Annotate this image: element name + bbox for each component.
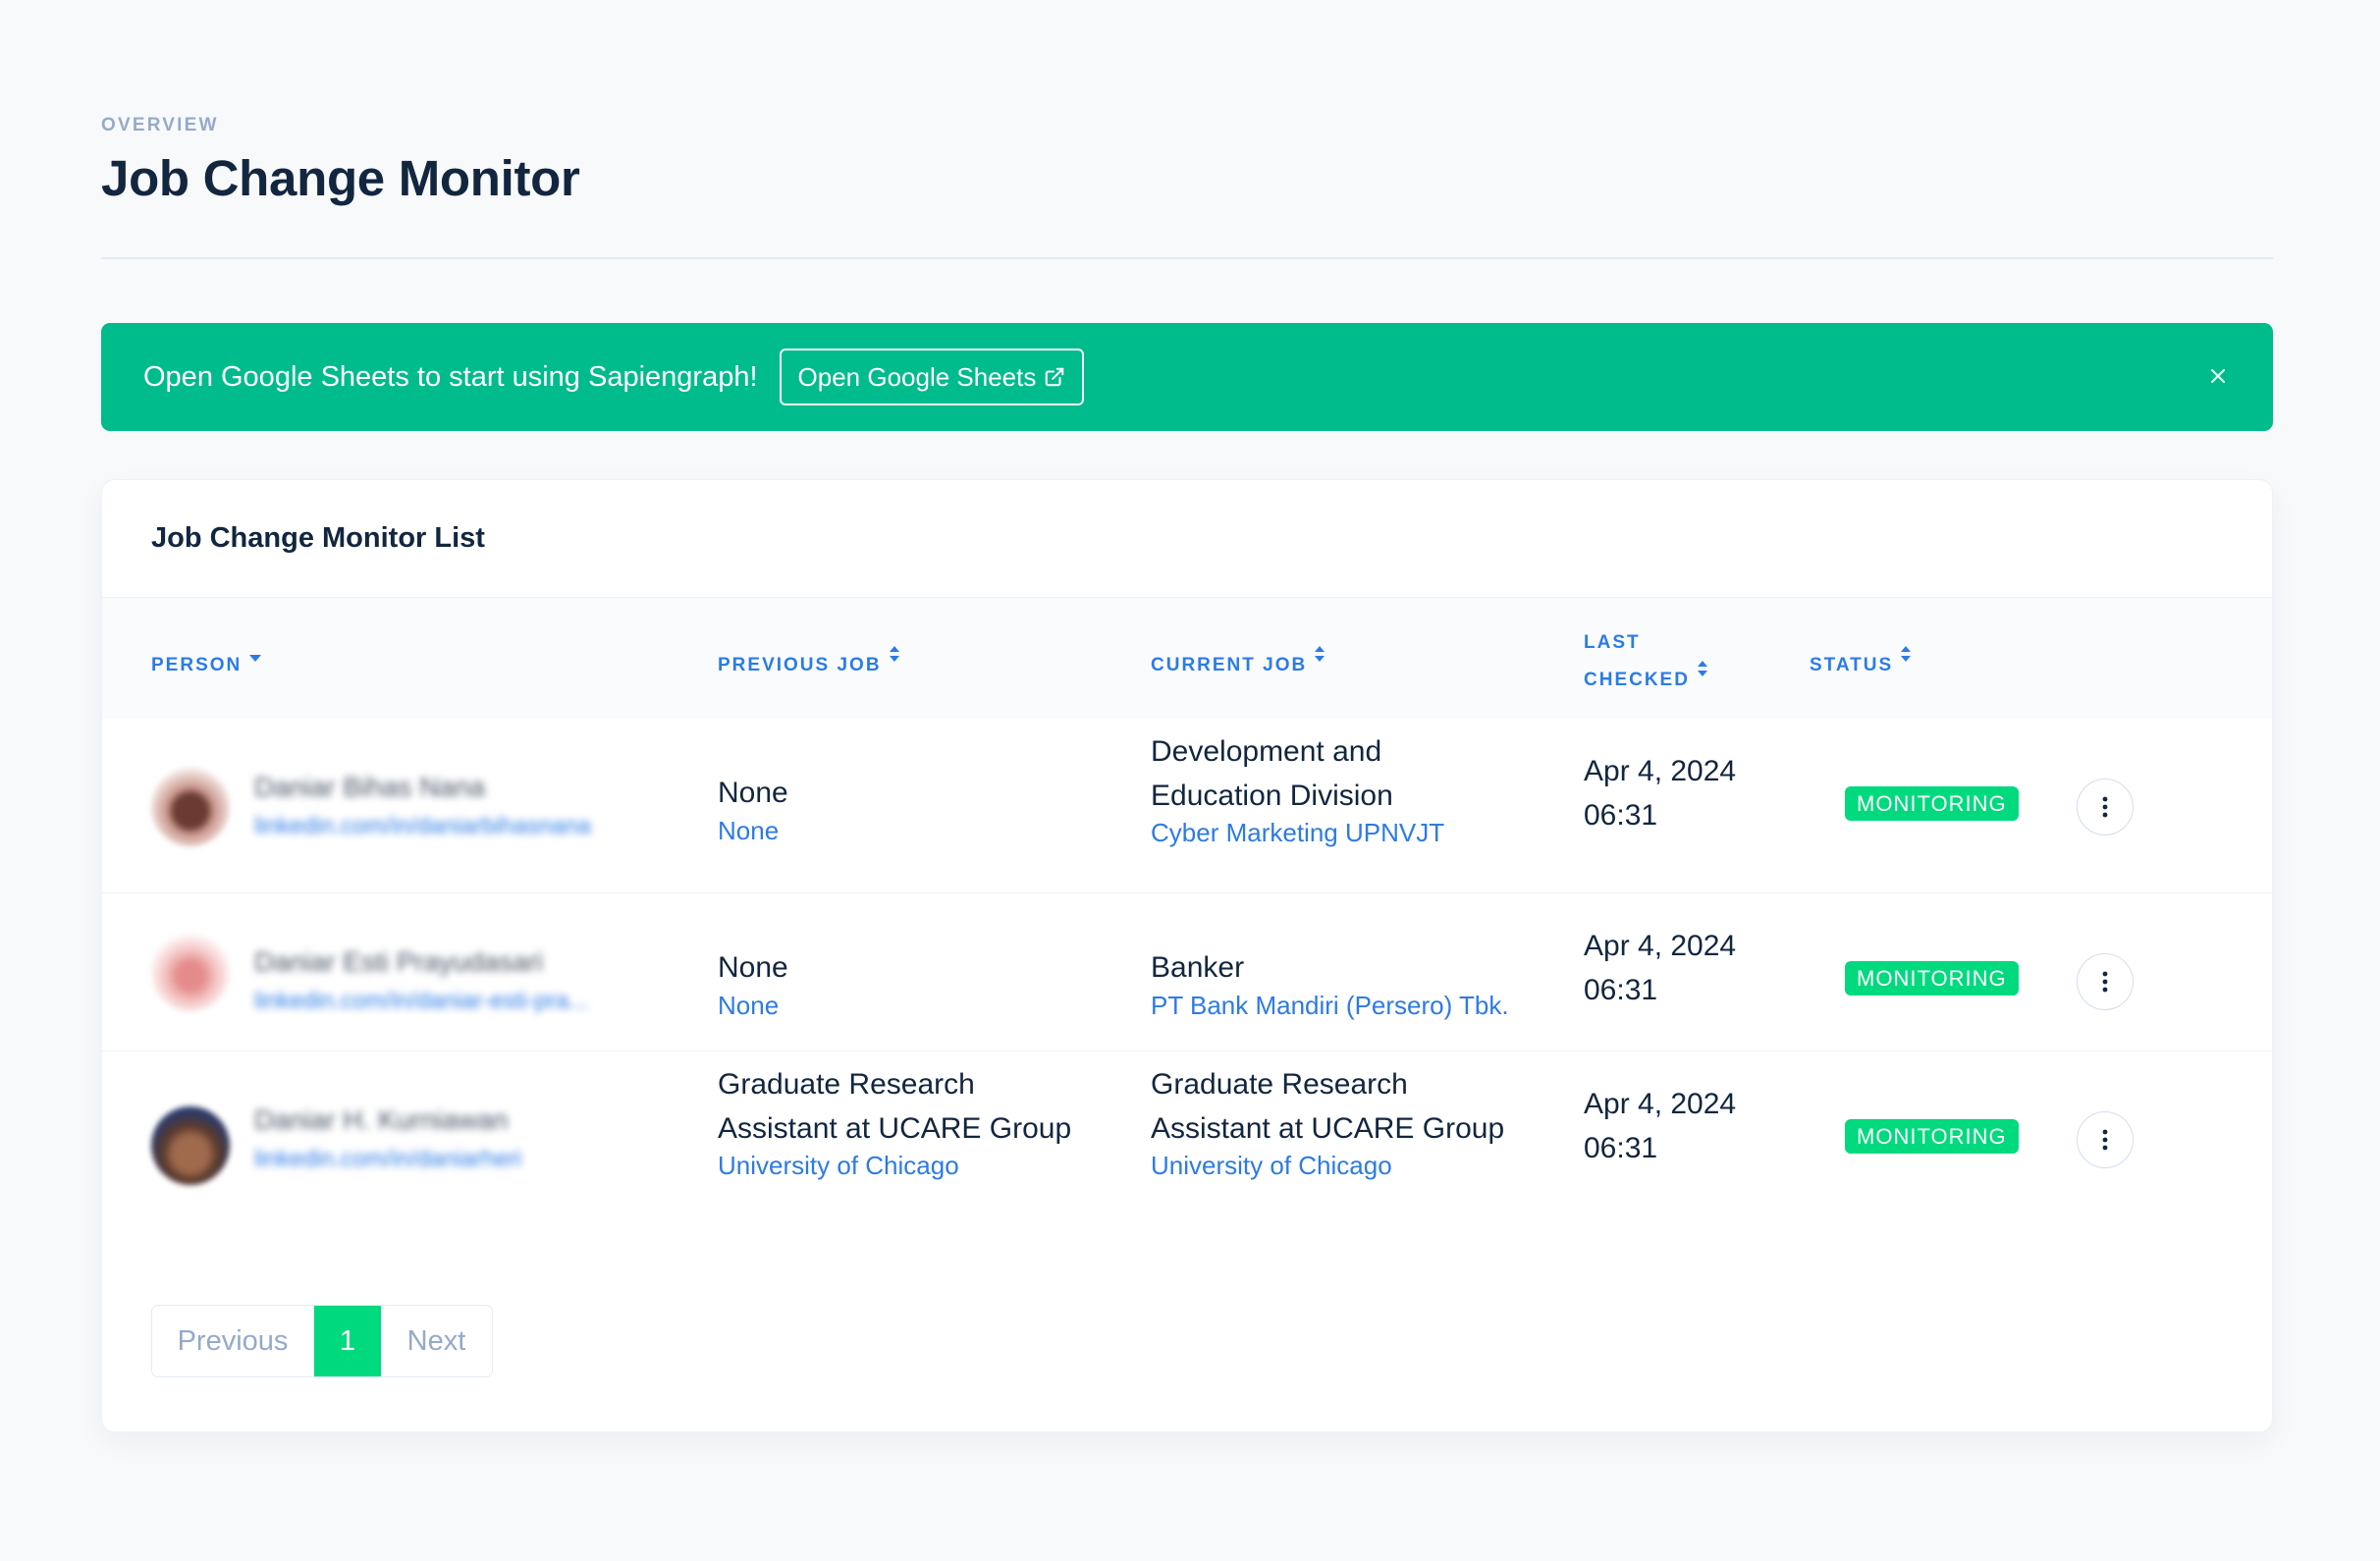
current-job-title: Graduate Research Assistant at UCARE Gro… (1151, 1068, 1505, 1145)
job-change-monitor-card: Job Change Monitor List PERSON PREVIOUS … (101, 479, 2273, 1432)
table-row: Daniar Bihas Nana linkedin.com/in/daniar… (102, 719, 2272, 893)
google-sheets-banner: Open Google Sheets to start using Sapien… (101, 323, 2273, 431)
previous-job-org[interactable]: University of Chicago (718, 1148, 959, 1183)
previous-job-org[interactable]: None (718, 813, 779, 848)
more-vertical-icon (2102, 971, 2108, 993)
card-header: Job Change Monitor List (102, 480, 2272, 598)
row-actions-button[interactable] (2077, 779, 2134, 835)
sort-icon (1697, 658, 1708, 687)
person-name: Daniar Bihas Nana (254, 772, 486, 802)
sort-icon (889, 643, 900, 673)
person-linkedin-link[interactable]: linkedin.com/in/daniar-esti-pra... (254, 988, 588, 1015)
header-divider (101, 257, 2273, 259)
avatar (151, 768, 230, 846)
last-checked-date: Apr 4, 2024 06:31 (1584, 1088, 1737, 1164)
person-linkedin-link[interactable]: linkedin.com/in/daniarbihasnana (254, 813, 591, 840)
status-badge: MONITORING (1845, 1119, 2019, 1154)
card-title: Job Change Monitor List (151, 522, 485, 554)
current-job-org[interactable]: Cyber Marketing UPNVJT (1151, 815, 1444, 850)
pagination-next-button[interactable]: Next (381, 1306, 492, 1376)
previous-job-title: None (718, 777, 788, 809)
person-name: Daniar H. Kurniawan (254, 1104, 509, 1135)
open-google-sheets-label: Open Google Sheets (797, 361, 1037, 392)
column-header-person[interactable]: PERSON (151, 643, 262, 680)
open-google-sheets-button[interactable]: Open Google Sheets (779, 349, 1085, 405)
sort-icon (1900, 643, 1912, 673)
more-vertical-icon (2102, 1129, 2108, 1151)
more-vertical-icon (2102, 796, 2108, 818)
page-pretitle: OVERVIEW (101, 115, 219, 135)
status-badge: MONITORING (1845, 786, 2019, 821)
pagination: Previous 1 Next (151, 1305, 493, 1377)
avatar (151, 1106, 230, 1185)
previous-job-org[interactable]: None (718, 988, 779, 1023)
last-checked-date: Apr 4, 2024 06:31 (1584, 755, 1737, 832)
column-header-last-checked[interactable]: LAST CHECKED (1584, 628, 1708, 695)
column-header-previous-job[interactable]: PREVIOUS JOB (718, 643, 900, 680)
table-row: Daniar H. Kurniawan linkedin.com/in/dani… (102, 1051, 2272, 1226)
status-badge: MONITORING (1845, 961, 2019, 996)
column-header-current-job[interactable]: CURRENT JOB (1151, 643, 1325, 680)
caret-down-icon (248, 643, 262, 673)
sort-icon (1314, 643, 1325, 673)
banner-text: Open Google Sheets to start using Sapien… (143, 360, 758, 393)
external-link-icon (1044, 366, 1065, 388)
avatar (151, 933, 230, 1011)
person-linkedin-link[interactable]: linkedin.com/in/daniarheri (254, 1146, 521, 1173)
table-row: Daniar Esti Prayudasari linkedin.com/in/… (102, 893, 2272, 1051)
current-job-org[interactable]: University of Chicago (1151, 1148, 1392, 1183)
column-header-status[interactable]: STATUS (1810, 643, 1912, 680)
previous-job-title: None (718, 951, 788, 984)
row-actions-button[interactable] (2077, 1111, 2134, 1168)
pagination-page-1[interactable]: 1 (314, 1306, 381, 1376)
current-job-title: Banker (1151, 951, 1245, 984)
current-job-title: Development and Education Division (1151, 735, 1393, 812)
person-name: Daniar Esti Prayudasari (254, 946, 544, 977)
current-job-org[interactable]: PT Bank Mandiri (Persero) Tbk. (1151, 988, 1509, 1023)
last-checked-date: Apr 4, 2024 06:31 (1584, 930, 1737, 1006)
page-title: Job Change Monitor (101, 150, 580, 206)
close-icon[interactable] (2206, 364, 2230, 388)
pagination-previous-button[interactable]: Previous (152, 1306, 314, 1376)
previous-job-title: Graduate Research Assistant at UCARE Gro… (718, 1068, 1072, 1145)
table-header: PERSON PREVIOUS JOB CURRENT JOB LAST CHE… (102, 598, 2272, 719)
row-actions-button[interactable] (2077, 953, 2134, 1010)
